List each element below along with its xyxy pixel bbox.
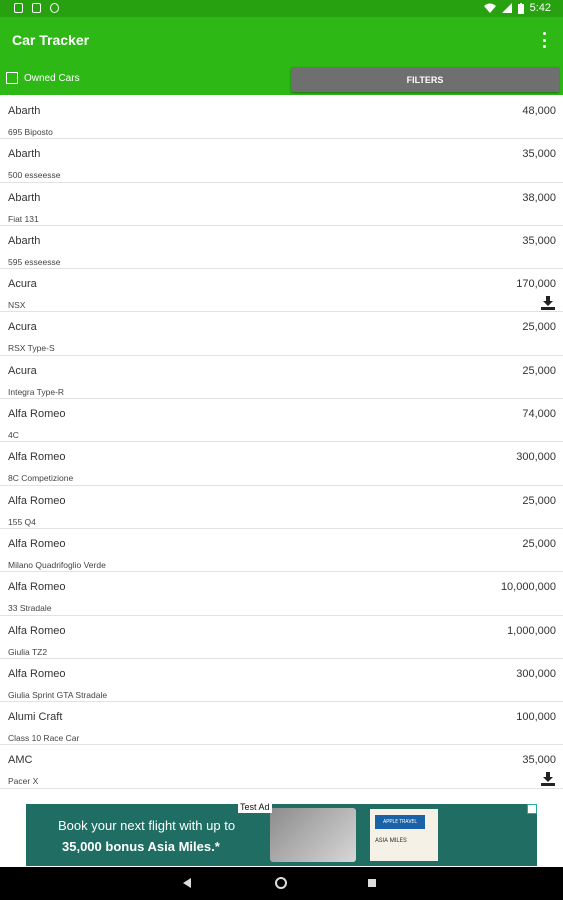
car-make: Alfa Romeo [8,667,66,680]
ad-logo-top: APPLE TRAVEL [375,815,425,829]
car-model: 155 Q4 [8,516,36,527]
car-model: 695 Biposto [8,127,53,137]
battery-icon [517,2,524,14]
filter-bar: Owned Cars FILTERS [0,65,563,95]
car-row[interactable]: Abarth 695 Biposto 48,000 [0,96,563,140]
test-ad-label: Test Ad [238,801,272,813]
car-price: 10,000,000 [500,581,556,594]
car-price: 35,000 [522,148,556,161]
car-row[interactable]: Acura RSX Type-S 25,000 [0,312,563,356]
sync-icon [50,3,59,13]
car-model: 595 esseesse [8,256,61,267]
overflow-menu-icon[interactable] [541,32,547,48]
notification-icon [14,3,23,13]
ad-close-icon[interactable] [527,804,537,814]
car-make: Acura [8,278,37,291]
car-make: Acura [8,321,37,334]
ad-banner[interactable]: Book your next flight with up to 35,000 … [0,801,563,867]
car-price: 170,000 [516,278,556,291]
home-icon[interactable] [275,877,287,889]
ad-logo-bottom: ASIA MILES [375,837,407,844]
back-icon[interactable] [183,878,191,888]
car-make: Abarth [8,234,41,247]
car-model: 4C [8,430,19,441]
system-icons: 5:42 [483,2,551,14]
app-title: Car Tracker [12,32,90,48]
car-price: 1,000,000 [507,624,556,637]
car-row[interactable]: Alfa Romeo 8C Competizione 300,000 [0,442,563,486]
car-row[interactable]: Abarth 595 esseesse 35,000 [0,226,563,270]
car-row[interactable]: Acura Integra Type-R 25,000 [0,356,563,400]
car-model: Giulia Sprint GTA Stradale [8,689,108,700]
car-price: 25,000 [522,364,556,377]
sd-card-icon [32,3,41,13]
car-model: 33 Stradale [8,603,52,614]
car-make: AMC [8,754,33,767]
car-make: Abarth [8,105,41,117]
car-list[interactable]: Abarth 695 Biposto 48,000 Abarth 500 esseess… [0,96,563,801]
car-model: Integra Type-R [8,386,65,397]
car-price: 48,000 [522,105,556,117]
car-model: Pacer X [8,776,39,787]
car-make: Abarth [8,148,41,161]
download-icon[interactable] [540,296,556,311]
car-price: 300,000 [516,451,556,464]
car-price: 25,000 [522,321,556,334]
car-price: 35,000 [522,754,556,767]
car-row[interactable]: Alfa Romeo 4C 74,000 [0,399,563,443]
car-row[interactable]: Alfa Romeo 33 Stradale 10,000,000 [0,572,563,616]
car-model: Fiat 131 [8,213,39,224]
car-make: Alfa Romeo [8,581,66,594]
ad-logo: APPLE TRAVEL ASIA MILES [370,809,438,861]
download-icon[interactable] [540,772,556,787]
car-price: 38,000 [522,191,556,204]
car-make: Alfa Romeo [8,537,66,550]
car-row[interactable]: AMC Pacer X 35,000 [0,745,563,789]
car-price: 300,000 [516,667,556,680]
status-bar: 5:42 [0,0,563,17]
car-make: Alfa Romeo [8,494,66,507]
filters-button[interactable]: FILTERS [291,67,559,92]
car-model: Class 10 Race Car [8,733,80,744]
navigation-bar [0,867,563,900]
ad-content[interactable]: Book your next flight with up to 35,000 … [26,804,537,866]
car-price: 35,000 [522,234,556,247]
notification-icons [14,3,59,13]
car-row[interactable]: Alfa Romeo Milano Quadrifoglio Verde 25,00… [0,529,563,573]
car-make: Alfa Romeo [8,451,66,464]
wifi-icon [483,3,496,13]
car-row[interactable]: Alfa Romeo Giulia Sprint GTA Stradale 300,… [0,659,563,703]
car-model: RSX Type-S [8,343,55,354]
car-row[interactable]: Alfa Romeo 155 Q4 25,000 [0,486,563,529]
car-make: Alfa Romeo [8,624,66,637]
car-price: 25,000 [522,537,556,550]
credit-card-image [270,808,356,862]
recents-icon[interactable] [368,879,376,887]
signal-icon [501,3,512,13]
car-model: Milano Quadrifoglio Verde [8,559,106,570]
car-price: 74,000 [522,408,556,421]
ad-line2: 35,000 bonus Asia Miles.* [62,839,220,854]
car-model: 500 esseesse [8,170,61,181]
car-model: 8C Competizione [8,473,74,484]
car-make: Alumi Craft [8,711,63,724]
owned-cars-checkbox[interactable] [6,72,18,84]
car-row[interactable]: Acura NSX 170,000 [0,269,563,313]
status-time: 5:42 [529,2,551,14]
car-make: Alfa Romeo [8,408,66,421]
car-row[interactable]: Abarth Fiat 131 38,000 [0,183,563,226]
car-row[interactable]: Alfa Romeo Giulia TZ2 1,000,000 [0,616,563,659]
ad-line1: Book your next flight with up to [58,818,236,833]
owned-cars-label: Owned Cars [24,72,80,84]
car-model: NSX [8,300,26,311]
car-row[interactable]: Alumi Craft Class 10 Race Car 100,000 [0,702,563,746]
car-price: 25,000 [522,494,556,507]
owned-cars-toggle[interactable]: Owned Cars [6,72,80,84]
car-row[interactable]: Abarth 500 esseesse 35,000 [0,139,563,183]
car-price: 100,000 [516,711,556,724]
car-make: Abarth [8,191,41,204]
car-model: Giulia TZ2 [8,646,48,657]
app-bar: Car Tracker [0,17,563,65]
car-make: Acura [8,364,37,377]
